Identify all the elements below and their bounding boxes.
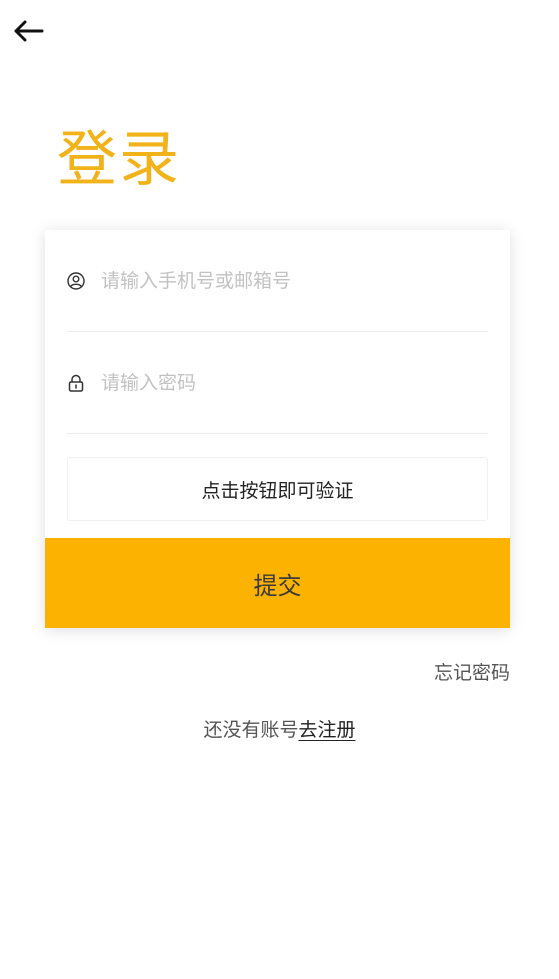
back-button[interactable] xyxy=(10,16,46,46)
account-field xyxy=(67,230,488,332)
user-circle-icon xyxy=(67,271,85,290)
page-title: 登录 xyxy=(57,125,181,195)
password-input[interactable] xyxy=(101,371,461,394)
register-row: 还没有账号去注册 xyxy=(0,715,559,742)
password-field xyxy=(67,332,488,434)
account-input[interactable] xyxy=(101,269,461,292)
forgot-password-link[interactable]: 忘记密码 xyxy=(434,658,510,685)
submit-button[interactable]: 提交 xyxy=(45,538,510,628)
login-page: 登录 点击按钮即可验证 提交 xyxy=(0,0,559,979)
lock-icon xyxy=(67,374,85,392)
verify-button[interactable]: 点击按钮即可验证 xyxy=(67,457,488,521)
login-card: 点击按钮即可验证 提交 xyxy=(45,230,510,628)
arrow-left-icon xyxy=(14,20,44,42)
no-account-text: 还没有账号 xyxy=(203,719,299,741)
register-link[interactable]: 去注册 xyxy=(299,719,356,741)
